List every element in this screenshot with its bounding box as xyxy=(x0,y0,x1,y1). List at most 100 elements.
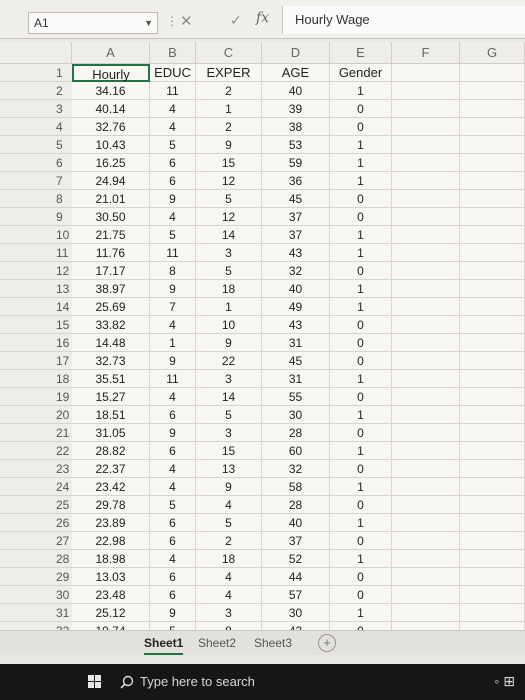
row-header[interactable]: 17 xyxy=(0,352,72,370)
table-cell[interactable] xyxy=(392,514,460,532)
table-cell[interactable] xyxy=(460,532,525,550)
table-cell[interactable] xyxy=(392,244,460,262)
table-cell[interactable] xyxy=(460,316,525,334)
table-cell[interactable]: 38 xyxy=(262,118,330,136)
row-header[interactable]: 1 xyxy=(0,64,72,82)
table-cell[interactable]: 31.05 xyxy=(72,424,150,442)
table-cell[interactable]: 0 xyxy=(330,352,392,370)
table-cell[interactable]: 40 xyxy=(262,280,330,298)
table-cell[interactable]: 16.25 xyxy=(72,154,150,172)
row-header[interactable]: 27 xyxy=(0,532,72,550)
table-cell[interactable]: 32.73 xyxy=(72,352,150,370)
table-cell[interactable]: 6 xyxy=(150,154,196,172)
tab-sheet2[interactable]: Sheet2 xyxy=(198,633,236,653)
table-cell[interactable]: 0 xyxy=(330,532,392,550)
table-cell[interactable]: 40.14 xyxy=(72,100,150,118)
table-cell[interactable] xyxy=(392,478,460,496)
table-cell[interactable]: 15 xyxy=(196,442,262,460)
table-cell[interactable]: 1 xyxy=(330,514,392,532)
table-cell[interactable] xyxy=(392,154,460,172)
table-cell[interactable]: 58 xyxy=(262,478,330,496)
row-header[interactable]: 20 xyxy=(0,406,72,424)
table-cell[interactable]: 5 xyxy=(150,496,196,514)
table-cell[interactable]: 4 xyxy=(150,100,196,118)
table-cell[interactable]: 15 xyxy=(196,154,262,172)
table-cell[interactable]: 21.75 xyxy=(72,226,150,244)
table-cell[interactable]: 18.51 xyxy=(72,406,150,424)
table-cell[interactable]: 28.82 xyxy=(72,442,150,460)
column-header-c[interactable]: C xyxy=(196,42,262,64)
table-cell[interactable]: 1 xyxy=(330,244,392,262)
cancel-icon[interactable]: ✕ xyxy=(180,12,193,30)
table-cell[interactable]: 32.76 xyxy=(72,118,150,136)
table-cell[interactable] xyxy=(392,586,460,604)
table-cell[interactable]: 0 xyxy=(330,190,392,208)
table-cell[interactable] xyxy=(392,208,460,226)
table-cell[interactable] xyxy=(392,118,460,136)
table-cell[interactable] xyxy=(460,334,525,352)
table-cell[interactable] xyxy=(460,136,525,154)
table-cell[interactable] xyxy=(460,586,525,604)
table-cell[interactable] xyxy=(392,100,460,118)
column-header-e[interactable]: E xyxy=(330,42,392,64)
table-cell[interactable]: 13.03 xyxy=(72,568,150,586)
table-cell[interactable]: 9 xyxy=(196,478,262,496)
table-cell[interactable]: 14 xyxy=(196,388,262,406)
table-cell[interactable]: 25.69 xyxy=(72,298,150,316)
tab-sheet3[interactable]: Sheet3 xyxy=(254,633,292,653)
table-cell[interactable]: 19.74 xyxy=(72,622,150,630)
table-cell[interactable]: 17.17 xyxy=(72,262,150,280)
table-cell[interactable]: 5 xyxy=(196,190,262,208)
table-cell[interactable]: 60 xyxy=(262,442,330,460)
table-cell[interactable]: 21.01 xyxy=(72,190,150,208)
column-header-d[interactable]: D xyxy=(262,42,330,64)
table-cell[interactable] xyxy=(392,532,460,550)
table-cell[interactable]: 1 xyxy=(330,226,392,244)
table-cell[interactable]: 43 xyxy=(262,244,330,262)
table-cell[interactable]: 4 xyxy=(150,118,196,136)
table-cell[interactable] xyxy=(392,352,460,370)
table-cell[interactable]: 0 xyxy=(330,316,392,334)
table-cell[interactable] xyxy=(460,496,525,514)
row-header[interactable]: 2 xyxy=(0,82,72,100)
table-cell[interactable]: 6 xyxy=(150,406,196,424)
table-cell[interactable] xyxy=(392,190,460,208)
table-cell[interactable]: 29.78 xyxy=(72,496,150,514)
table-cell[interactable]: 14.48 xyxy=(72,334,150,352)
table-cell[interactable]: 30 xyxy=(262,406,330,424)
table-cell[interactable]: 14 xyxy=(196,226,262,244)
row-header[interactable]: 11 xyxy=(0,244,72,262)
table-cell[interactable] xyxy=(460,172,525,190)
table-cell[interactable]: 22 xyxy=(196,352,262,370)
row-header[interactable]: 9 xyxy=(0,208,72,226)
table-cell[interactable] xyxy=(392,460,460,478)
table-cell[interactable]: 32 xyxy=(262,262,330,280)
column-header-a[interactable]: A xyxy=(72,42,150,64)
table-cell[interactable]: 12 xyxy=(196,172,262,190)
table-cell[interactable] xyxy=(460,424,525,442)
row-header[interactable]: 14 xyxy=(0,298,72,316)
chevron-down-icon[interactable]: ▼ xyxy=(144,13,153,33)
table-cell[interactable]: 4 xyxy=(150,478,196,496)
table-cell[interactable]: 11 xyxy=(150,82,196,100)
table-cell[interactable]: 4 xyxy=(196,496,262,514)
table-cell[interactable]: 6 xyxy=(150,172,196,190)
table-cell[interactable]: 9 xyxy=(196,136,262,154)
table-cell[interactable]: 23.89 xyxy=(72,514,150,532)
table-cell[interactable]: 1 xyxy=(330,370,392,388)
table-cell[interactable]: 1 xyxy=(330,82,392,100)
table-cell[interactable] xyxy=(392,406,460,424)
system-tray-icon[interactable]: ◦ ⊞ xyxy=(494,673,515,690)
name-box[interactable]: A1 ▼ xyxy=(28,12,158,34)
table-cell[interactable] xyxy=(460,298,525,316)
table-cell[interactable]: 31 xyxy=(262,334,330,352)
table-cell[interactable] xyxy=(392,280,460,298)
table-cell[interactable]: 11 xyxy=(150,370,196,388)
table-cell[interactable]: 1 xyxy=(196,100,262,118)
table-cell[interactable]: 0 xyxy=(330,424,392,442)
table-cell[interactable]: 35.51 xyxy=(72,370,150,388)
table-cell[interactable]: 3 xyxy=(196,604,262,622)
table-cell[interactable] xyxy=(460,604,525,622)
more-icon[interactable]: ⋮ xyxy=(166,14,179,28)
table-cell[interactable]: 45 xyxy=(262,352,330,370)
